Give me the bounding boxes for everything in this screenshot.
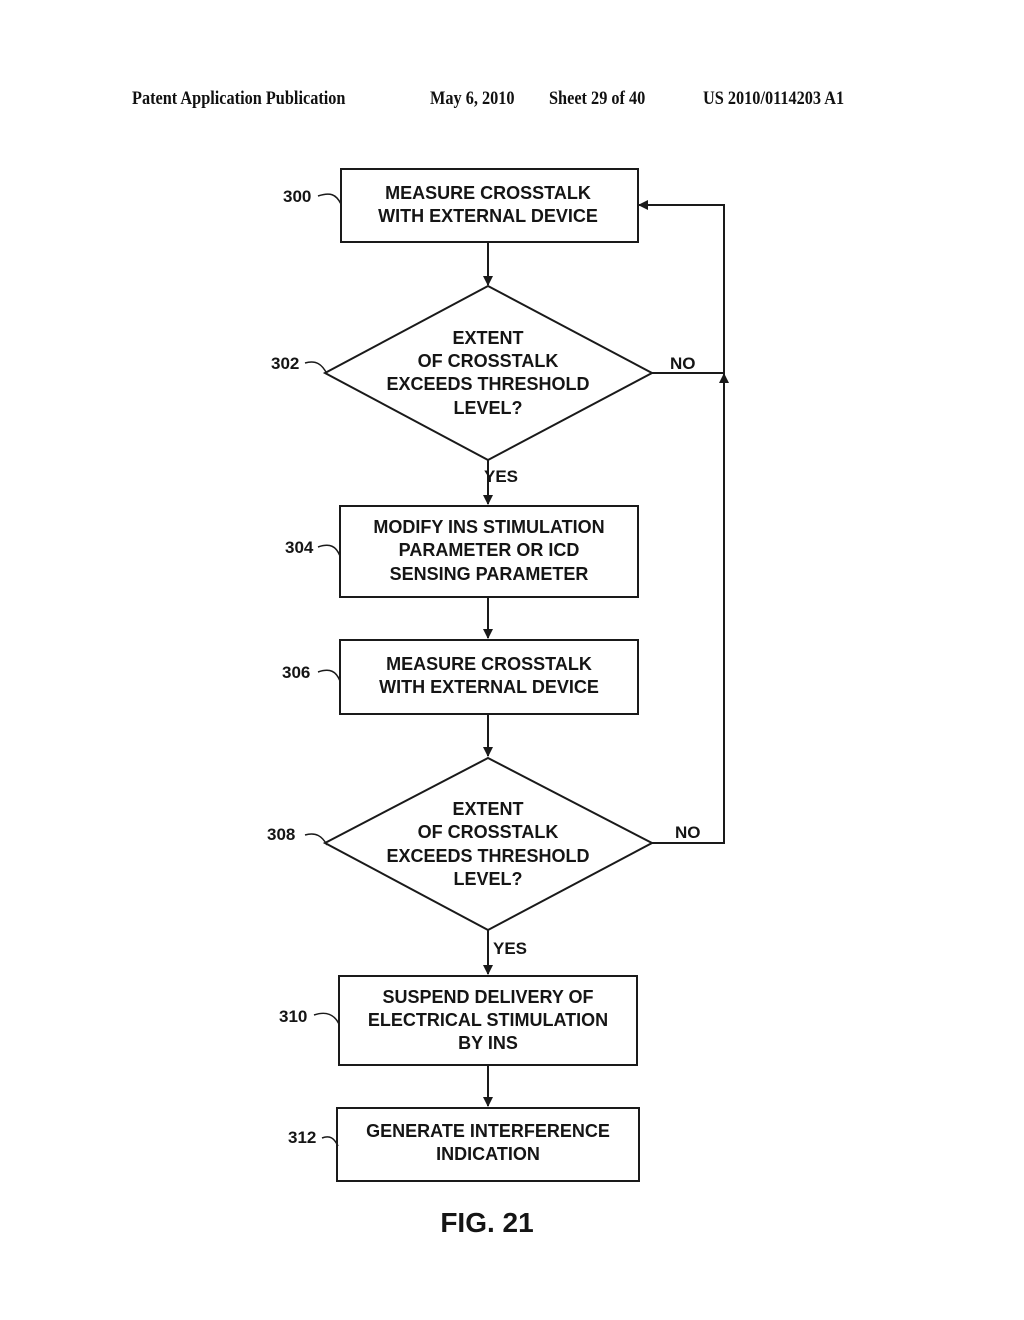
node-text-line: INDICATION [436, 1144, 540, 1164]
node-text-line: WITH EXTERNAL DEVICE [379, 677, 599, 697]
node-310: SUSPEND DELIVERY OF ELECTRICAL STIMULATI… [279, 975, 638, 1066]
node-text-line: EXCEEDS THRESHOLD [386, 374, 589, 394]
leader-line [317, 193, 342, 205]
node-text-line: BY INS [458, 1033, 518, 1053]
node-text-line: EXCEEDS THRESHOLD [386, 846, 589, 866]
edge-label-no: NO [670, 354, 696, 373]
edge-label-yes: YES [484, 467, 518, 486]
reference-numeral: 304 [285, 538, 314, 557]
node-text-line: SUSPEND DELIVERY OF [382, 987, 593, 1007]
node-text-line: MEASURE CROSSTALK [386, 654, 592, 674]
reference-numeral: 310 [279, 1007, 307, 1026]
node-text-line: MODIFY INS STIMULATION [373, 517, 604, 537]
edge-loop-to-300 [638, 200, 725, 374]
node-text-line: SENSING PARAMETER [390, 564, 589, 584]
decision-diamond [322, 756, 655, 932]
edge-label-no: NO [675, 823, 701, 842]
leader-line [317, 669, 341, 682]
node-312: GENERATE INTERFERENCE INDICATION 312 [288, 1107, 640, 1182]
flowchart: MEASURE CROSSTALK WITH EXTERNAL DEVICE 3… [267, 168, 729, 1238]
edge-label-yes: YES [493, 939, 527, 958]
node-text-line: GENERATE INTERFERENCE [366, 1121, 610, 1141]
node-text-line: WITH EXTERNAL DEVICE [378, 206, 598, 226]
node-306: MEASURE CROSSTALK WITH EXTERNAL DEVICE 3… [282, 639, 639, 715]
reference-numeral: 302 [271, 354, 299, 373]
node-304: MODIFY INS STIMULATION PARAMETER OR ICD … [285, 505, 639, 598]
node-text-line: OF CROSSTALK [418, 822, 559, 842]
node-300: MEASURE CROSSTALK WITH EXTERNAL DEVICE 3… [283, 168, 639, 243]
node-text-line: EXTENT [452, 328, 523, 348]
leader-line [321, 1136, 339, 1147]
node-308: EXTENT OF CROSSTALK EXCEEDS THRESHOLD LE… [267, 756, 701, 958]
reference-numeral: 312 [288, 1128, 316, 1147]
node-text-line: LEVEL? [453, 869, 522, 889]
edge-308-no [652, 373, 729, 844]
leader-line [304, 361, 328, 375]
figure-label: FIG. 21 [440, 1207, 533, 1238]
node-text-line: OF CROSSTALK [418, 351, 559, 371]
reference-numeral: 306 [282, 663, 310, 682]
node-302: EXTENT OF CROSSTALK EXCEEDS THRESHOLD LE… [271, 284, 696, 486]
reference-numeral: 308 [267, 825, 295, 844]
decision-diamond [322, 284, 655, 462]
node-text-line: MEASURE CROSSTALK [385, 183, 591, 203]
reference-numeral: 300 [283, 187, 311, 206]
leader-line [313, 1012, 340, 1025]
node-text-line: EXTENT [452, 799, 523, 819]
leader-line [317, 544, 341, 557]
node-text-line: ELECTRICAL STIMULATION [368, 1010, 608, 1030]
node-text-line: PARAMETER OR ICD [399, 540, 580, 560]
node-text-line: LEVEL? [453, 398, 522, 418]
